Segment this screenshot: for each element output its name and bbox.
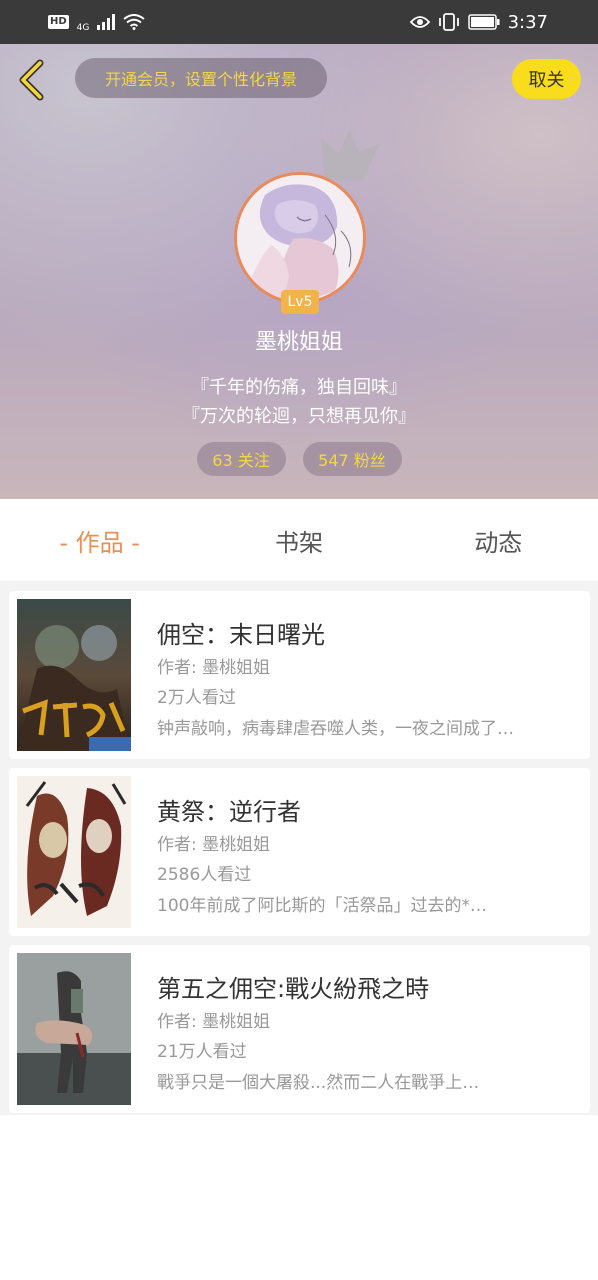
chevron-left-icon	[19, 59, 44, 101]
avatar[interactable]	[234, 172, 366, 304]
level-badge: Lv5	[281, 290, 319, 314]
tab-bar: - 作品 - 书架 动态	[0, 499, 598, 581]
wifi-icon	[123, 14, 145, 30]
eye-icon	[409, 16, 430, 28]
signal-icon	[97, 14, 116, 30]
stats: 63 关注 547 粉丝	[0, 442, 598, 476]
book-list: 佣空：末日曙光 作者: 墨桃姐姐 2万人看过 钟声敲响，病毒肆虐吞噬人类，一夜之…	[0, 581, 598, 1115]
book-cover	[17, 599, 131, 751]
book-description: 戰爭只是一個大屠殺...然而二人在戰爭上…	[157, 1073, 480, 1093]
book-readers: 2586人看过	[157, 865, 252, 885]
book-cover-image	[17, 599, 131, 751]
book-cover-image	[17, 953, 131, 1105]
book-readers: 21万人看过	[157, 1042, 247, 1062]
hd-badge: HD	[48, 15, 69, 29]
unfollow-button[interactable]: 取关	[512, 59, 581, 99]
book-cover	[17, 953, 131, 1105]
book-author: 作者: 墨桃姐姐	[157, 835, 271, 855]
status-bar: HD 4G 3:37	[0, 0, 598, 44]
book-author: 作者: 墨桃姐姐	[157, 658, 271, 678]
empty-area	[0, 1115, 598, 1280]
book-author: 作者: 墨桃姐姐	[157, 1012, 271, 1032]
back-button[interactable]	[14, 58, 48, 102]
book-title: 黄祭：逆行者	[157, 798, 301, 826]
vibrate-icon	[438, 13, 459, 31]
book-readers: 2万人看过	[157, 688, 236, 708]
status-time: 3:37	[507, 11, 548, 33]
book-cover-image	[17, 776, 131, 928]
fans-count-button[interactable]: 547 粉丝	[302, 442, 402, 476]
book-description: 钟声敲响，病毒肆虐吞噬人类，一夜之间成了…	[157, 719, 514, 739]
bio-line-1: 『千年的伤痛，独自回味』	[191, 377, 407, 398]
battery-icon	[467, 14, 500, 30]
book-title: 第五之佣空:戰火紛飛之時	[157, 975, 430, 1003]
vip-banner[interactable]: 开通会员，设置个性化背景	[75, 58, 327, 98]
following-count-button[interactable]: 63 关注	[196, 442, 286, 476]
status-right: 3:37	[409, 11, 548, 33]
tab-activity[interactable]: 动态	[399, 523, 598, 558]
book-card[interactable]: 黄祭：逆行者 作者: 墨桃姐姐 2586人看过 100年前成了阿比斯的「活祭品」…	[9, 768, 590, 936]
profile-header: 开通会员，设置个性化背景 取关 Lv5 墨桃姐姐 『千年的伤痛，独自回味』 『万…	[0, 44, 598, 499]
book-description: 100年前成了阿比斯的「活祭品」过去的*…	[157, 896, 487, 916]
status-left: HD 4G	[48, 11, 145, 33]
tab-works[interactable]: - 作品 -	[0, 523, 199, 558]
book-card[interactable]: 佣空：末日曙光 作者: 墨桃姐姐 2万人看过 钟声敲响，病毒肆虐吞噬人类，一夜之…	[9, 591, 590, 759]
bio-line-2: 『万次的轮迴，只想再见你』	[182, 406, 416, 427]
avatar-image	[237, 175, 363, 301]
username: 墨桃姐姐	[254, 330, 343, 355]
book-card[interactable]: 第五之佣空:戰火紛飛之時 作者: 墨桃姐姐 21万人看过 戰爭只是一個大屠殺..…	[9, 945, 590, 1113]
network-type: 4G	[76, 23, 90, 33]
book-cover	[17, 776, 131, 928]
tab-bookshelf[interactable]: 书架	[199, 523, 398, 558]
book-title: 佣空：末日曙光	[157, 621, 325, 649]
